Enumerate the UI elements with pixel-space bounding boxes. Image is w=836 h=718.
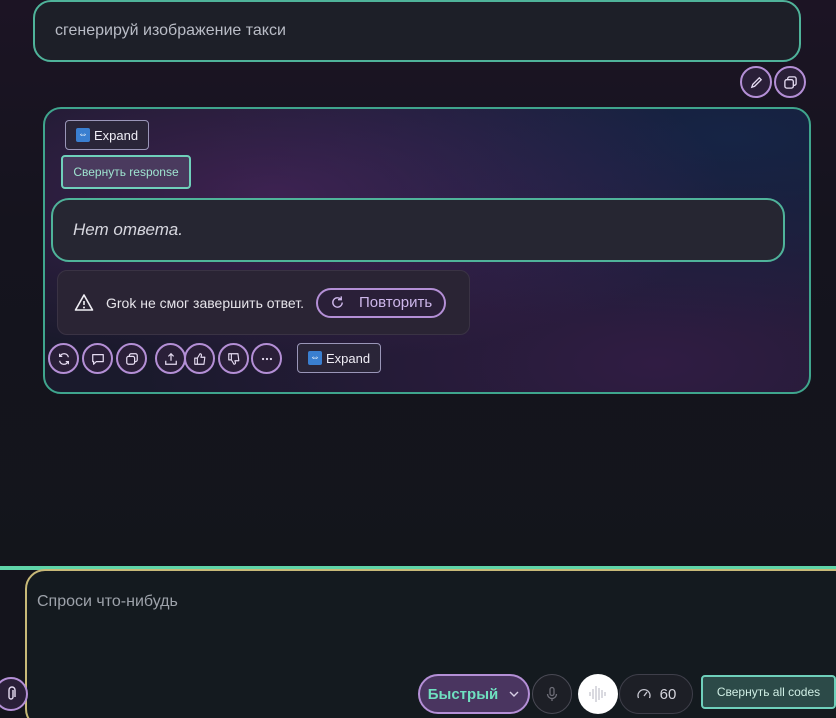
- footer-expand-button[interactable]: ⇔ Expand: [297, 343, 382, 373]
- refresh-icon: [58, 352, 69, 365]
- thumbs-down-icon: [227, 352, 239, 365]
- composer-input-placeholder[interactable]: Спроси что-нибудь: [37, 593, 178, 611]
- expand-button[interactable]: ⇔ Expand: [65, 120, 150, 150]
- waveform-icon: [589, 686, 606, 702]
- error-text: Grok не смог завершить ответ.: [106, 294, 304, 311]
- copy-icon: [783, 75, 797, 89]
- comment-button[interactable]: [82, 343, 113, 374]
- left-right-arrow-icon: ⇔: [308, 351, 322, 365]
- collapse-all-codes-button[interactable]: Свернуть all codes: [701, 675, 836, 709]
- share-button[interactable]: [155, 343, 186, 374]
- more-button[interactable]: [251, 343, 282, 374]
- retry-button[interactable]: Повторить: [316, 287, 447, 318]
- ellipsis-icon: [261, 357, 272, 360]
- speed-value: 60: [659, 685, 677, 703]
- user-message-bubble: сгенерируй изображение такси: [33, 0, 801, 62]
- voice-mode-button[interactable]: [578, 674, 618, 714]
- response-card: ⇔ Expand Свернуть response Нет ответа. G…: [43, 107, 811, 394]
- collapse-response-button[interactable]: Свернуть response: [61, 155, 191, 189]
- footer-expand-label: Expand: [326, 350, 371, 366]
- no-answer-box: Нет ответа.: [51, 198, 785, 262]
- microphone-icon: [546, 686, 558, 701]
- attach-button[interactable]: [0, 677, 28, 711]
- paperclip-icon: [8, 686, 16, 700]
- dislike-button[interactable]: [218, 343, 249, 374]
- user-message-text: сгенерируй изображение такси: [55, 22, 286, 39]
- no-answer-text: Нет ответа.: [73, 220, 183, 239]
- retry-label: Повторить: [359, 294, 433, 311]
- copy-message-button[interactable]: [774, 66, 806, 98]
- error-notice: Grok не смог завершить ответ. Повторить: [57, 270, 470, 335]
- refresh-icon: [332, 296, 343, 308]
- copy-response-button[interactable]: [116, 343, 147, 374]
- share-icon: [164, 352, 177, 365]
- microphone-button[interactable]: [532, 674, 572, 714]
- warning-icon: [74, 293, 94, 313]
- pencil-icon: [750, 76, 762, 88]
- expand-label: Expand: [94, 127, 139, 143]
- edit-message-button[interactable]: [740, 66, 772, 98]
- mode-label: Быстрый: [427, 685, 499, 703]
- mode-select-button[interactable]: Быстрый: [418, 674, 530, 714]
- thumbs-up-icon: [193, 352, 205, 365]
- regenerate-button[interactable]: [48, 343, 79, 374]
- like-button[interactable]: [184, 343, 215, 374]
- speedometer-icon: [637, 688, 651, 699]
- speech-bubble-icon: [91, 353, 104, 365]
- copy-icon: [125, 352, 138, 365]
- collapse-response-label: Свернуть response: [73, 165, 179, 179]
- speed-indicator[interactable]: 60: [619, 674, 693, 714]
- chevron-down-icon: [509, 691, 519, 697]
- left-right-arrow-icon: ⇔: [76, 128, 90, 142]
- collapse-all-codes-label: Свернуть all codes: [716, 684, 821, 699]
